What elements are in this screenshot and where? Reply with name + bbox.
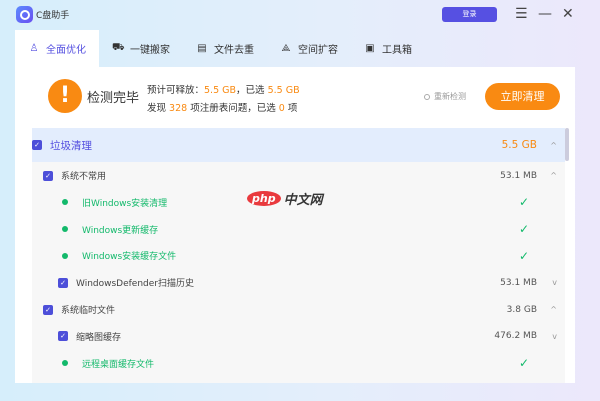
chevron-icon[interactable]: v: [552, 278, 557, 287]
minimize-icon[interactable]: —: [538, 5, 552, 23]
tab-label: 全面优化: [46, 45, 86, 56]
item-label: 系统不常用: [61, 172, 107, 182]
label: 预计可释放：: [147, 85, 205, 96]
rescan-button[interactable]: 重新检测: [424, 91, 466, 102]
checkbox[interactable]: ✓: [43, 170, 53, 181]
status-dot: [62, 252, 68, 259]
document-icon: ▤: [197, 43, 207, 54]
tab-label: 工具箱: [382, 45, 412, 56]
app-title: C盘助手: [36, 11, 70, 21]
chevron-icon[interactable]: ^: [550, 171, 557, 180]
chevron-up-icon[interactable]: ^: [550, 141, 557, 150]
tab-label: 空间扩容: [298, 45, 338, 56]
hamburger-icon[interactable]: ☰: [515, 5, 528, 23]
tab-toolbox[interactable]: ▣ 工具箱: [351, 30, 425, 67]
check-icon: ✓: [518, 356, 529, 371]
list-item[interactable]: Windows安装缓存文件 ✓: [32, 242, 565, 269]
item-label: Windows更新缓存: [82, 225, 159, 236]
status-dot: [62, 226, 68, 233]
category-row[interactable]: ✓ 垃圾清理 5.5 GB ^: [32, 128, 565, 162]
tab-expand[interactable]: ⟁ 空间扩容: [267, 30, 351, 67]
checkbox[interactable]: ✓: [58, 331, 68, 342]
selected-issues: 0: [278, 103, 285, 114]
selected-size: 5.5 GB: [267, 85, 300, 96]
toolbox-icon: ▣: [365, 43, 375, 54]
chevron-icon[interactable]: v: [552, 332, 557, 341]
tab-move[interactable]: ⛟ 一键搬家: [99, 30, 183, 67]
release-info: 预计可释放：5.5 GB，已选 5.5 GB: [147, 82, 300, 96]
tab-dedupe[interactable]: ▤ 文件去重: [183, 30, 267, 67]
checkbox[interactable]: ✓: [43, 304, 53, 315]
status-dot: [62, 199, 68, 206]
list-item[interactable]: Windows更新缓存 ✓: [32, 216, 565, 243]
registry-info: 发现 328 项注册表问题，已选 0 项: [147, 100, 297, 114]
label: ，已选: [236, 85, 265, 96]
category-label: 垃圾清理: [50, 139, 92, 152]
list-item[interactable]: 远程桌面缓存文件 ✓: [32, 350, 565, 377]
item-label: Windows安装缓存文件: [82, 252, 177, 263]
check-icon: ✓: [518, 248, 529, 263]
refresh-icon: [424, 93, 430, 100]
item-size: 53.1 MB: [500, 277, 537, 288]
clean-now-button[interactable]: 立即清理: [485, 83, 560, 110]
truck-icon: ⛟: [112, 42, 125, 53]
list-item[interactable]: ✓ WindowsDefender扫描历史 53.1 MB v: [32, 269, 565, 296]
label: 发现: [147, 103, 167, 114]
cleanup-list: ✓ 垃圾清理 5.5 GB ^ ✓ 系统不常用 53.1 MB ^ 旧Windows安装清理 ✓…: [32, 128, 565, 383]
rocket-icon: ♙: [29, 43, 39, 54]
login-button[interactable]: 登录: [442, 7, 497, 22]
check-icon: ✓: [518, 222, 529, 237]
issue-count: 328: [169, 103, 188, 114]
check-icon: ✓: [518, 195, 529, 210]
item-label: WindowsDefender扫描历史: [76, 279, 195, 290]
tab-label: 一键搬家: [130, 45, 170, 56]
item-label: 旧Windows安装清理: [82, 198, 168, 209]
list-item[interactable]: ✓ 系统不常用 53.1 MB ^: [32, 162, 565, 189]
scan-status: 检测完毕: [87, 91, 140, 106]
item-label: 远程桌面缓存文件: [82, 359, 155, 370]
label: 项注册表问题，已选: [190, 103, 276, 114]
item-size: 3.8 GB: [506, 304, 537, 315]
category-size: 5.5 GB: [501, 139, 537, 151]
item-label: 系统临时文件: [61, 306, 116, 316]
list-item[interactable]: ✓ 系统临时文件 3.8 GB ^: [32, 296, 565, 323]
rescan-label: 重新检测: [434, 92, 466, 101]
status-dot: [62, 360, 68, 367]
item-size: 53.1 MB: [500, 170, 537, 181]
chevron-icon[interactable]: ^: [550, 305, 557, 314]
tab-bar: ♙ 全面优化 ⛟ 一键搬家 ▤ 文件去重 ⟁ 空间扩容 ▣ 工具箱: [15, 30, 425, 67]
warning-icon: !: [48, 79, 82, 113]
checkbox[interactable]: ✓: [32, 140, 42, 150]
watermark-logo: php 中文网: [247, 189, 323, 208]
tab-label: 文件去重: [214, 45, 254, 56]
scrollbar[interactable]: [565, 128, 569, 161]
close-icon[interactable]: ✕: [562, 5, 574, 23]
app-logo: [16, 6, 33, 23]
checkbox[interactable]: ✓: [58, 277, 68, 288]
item-label: 缩略图缓存: [76, 332, 122, 343]
releasable-size: 5.5 GB: [204, 85, 237, 96]
list-item[interactable]: ✓ 缩略图缓存 476.2 MB v: [32, 323, 565, 350]
label: 项: [287, 103, 298, 114]
item-size: 476.2 MB: [494, 331, 537, 342]
expand-icon: ⟁: [281, 43, 291, 54]
tab-full-optimize[interactable]: ♙ 全面优化: [15, 30, 99, 67]
